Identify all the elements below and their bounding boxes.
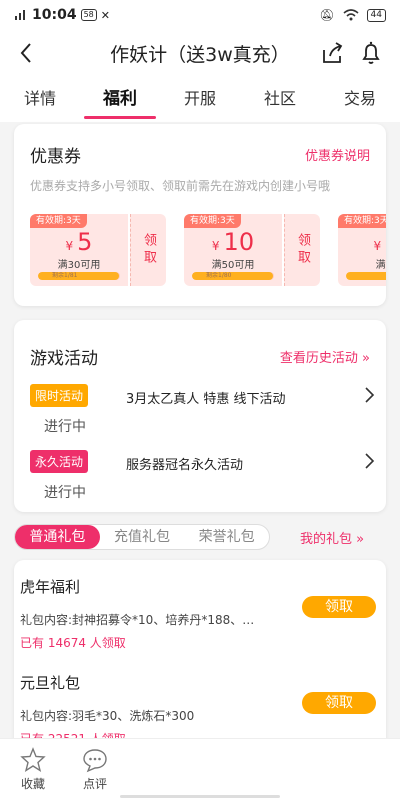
currency-symbol: ¥ bbox=[373, 239, 382, 253]
review-label: 点评 bbox=[82, 777, 107, 791]
coupon-validity: 有效期:3天 bbox=[338, 214, 386, 228]
gift-content: 礼包内容:羽毛*30、洗炼石*300 bbox=[20, 709, 195, 723]
coupon-amount: ¥5 bbox=[30, 228, 128, 256]
signal-icon bbox=[15, 10, 25, 20]
coupon-amount: ¥10 bbox=[184, 228, 282, 256]
coupon-condition: 满50可用 bbox=[211, 260, 255, 271]
page-title: 作妖计（送3w真充） bbox=[110, 43, 290, 66]
gift-name: 虎年福利 bbox=[20, 578, 81, 596]
coupon-claim-button[interactable]: 领取 bbox=[284, 214, 320, 286]
tab-normal-gift[interactable]: 普通礼包 bbox=[15, 525, 100, 549]
sim-badge: 58 bbox=[80, 9, 97, 21]
activity-status: 进行中 bbox=[44, 485, 86, 501]
coupon-progress bbox=[346, 272, 386, 280]
tab-recharge-gift[interactable]: 充值礼包 bbox=[100, 525, 185, 549]
coupon-value: 2 bbox=[385, 228, 386, 256]
gift-count: 已有 14674 人领取 bbox=[20, 636, 126, 650]
comment-icon bbox=[83, 749, 107, 773]
coupon-progress-fill bbox=[38, 272, 120, 280]
favorite-label: 收藏 bbox=[20, 777, 45, 791]
bottom-bar: 收藏 点评 bbox=[0, 738, 400, 800]
coupon-progress-fill bbox=[346, 272, 386, 280]
coupon-claim-button[interactable]: 领取 bbox=[130, 214, 166, 286]
review-button[interactable]: 点评 bbox=[70, 747, 120, 792]
activity-item[interactable]: 永久活动 服务器冠名永久活动 进行中 bbox=[30, 450, 376, 501]
coupon-validity: 有效期:3天 bbox=[30, 214, 87, 228]
coupon-remaining: 剩余1/80 bbox=[206, 272, 232, 279]
share-icon[interactable] bbox=[318, 38, 348, 68]
coupon-title: 优惠券 bbox=[30, 147, 81, 167]
activity-item[interactable]: 限时活动 3月太乙真人 特惠 线下活动 进行中 bbox=[30, 384, 376, 435]
coupon-card: 优惠券 优惠券说明 优惠券支持多小号领取、领取前需先在游戏内创建小号哦 有效期:… bbox=[14, 124, 386, 306]
coupon-condition: 满30可用 bbox=[57, 260, 101, 271]
coupon-item: 有效期:3天 ¥2 满98 领取 bbox=[338, 214, 386, 286]
coupon-info-link[interactable]: 优惠券说明 bbox=[305, 145, 370, 164]
gift-name: 元旦礼包 bbox=[20, 674, 81, 692]
coupon-progress: 剩余1/81 bbox=[38, 272, 120, 280]
my-gifts-link[interactable]: 我的礼包 » bbox=[300, 528, 364, 547]
coupon-progress-fill bbox=[192, 272, 274, 280]
favorite-button[interactable]: 收藏 bbox=[8, 747, 58, 792]
activity-tag: 限时活动 bbox=[30, 384, 89, 407]
gift-item: 元旦礼包 礼包内容:羽毛*30、洗炼石*300 已有 22521 人领取 领取 bbox=[20, 672, 380, 747]
gift-item: 虎年福利 礼包内容:封神招募令*10、培养丹*188、… 已有 14674 人领… bbox=[20, 576, 380, 651]
tab-welfare[interactable]: 福利 bbox=[80, 76, 160, 122]
chevron-right-icon bbox=[365, 387, 375, 403]
tools-icon: ✕ bbox=[100, 8, 110, 22]
activity-history-label: 查看历史活动 bbox=[279, 351, 358, 366]
currency-symbol: ¥ bbox=[65, 239, 74, 253]
coupon-item: 有效期:3天 ¥5 满30可用 剩余1/81 领取 bbox=[30, 214, 166, 286]
double-chevron-right-icon: » bbox=[362, 351, 370, 366]
battery-icon: 44 bbox=[366, 8, 386, 22]
clock: 10:04 bbox=[32, 7, 77, 23]
coupon-body: 有效期:3天 ¥2 满98 bbox=[338, 214, 386, 286]
coupon-value: 5 bbox=[77, 228, 93, 256]
coupon-progress: 剩余1/80 bbox=[192, 272, 274, 280]
coupon-body: 有效期:3天 ¥10 满50可用 剩余1/80 bbox=[184, 214, 282, 286]
star-icon bbox=[20, 747, 46, 773]
tab-honor-gift[interactable]: 荣誉礼包 bbox=[184, 525, 269, 549]
activity-name: 3月太乙真人 特惠 线下活动 bbox=[126, 392, 286, 407]
activity-history-link[interactable]: 查看历史活动 » bbox=[280, 347, 370, 366]
coupon-body: 有效期:3天 ¥5 满30可用 剩余1/81 bbox=[30, 214, 128, 286]
wifi-icon bbox=[343, 9, 359, 21]
gift-claim-button[interactable]: 领取 bbox=[302, 596, 376, 618]
activity-title: 游戏活动 bbox=[30, 349, 98, 369]
tab-details[interactable]: 详情 bbox=[0, 76, 80, 122]
coupon-condition: 满98 bbox=[375, 260, 386, 271]
coupon-description: 优惠券支持多小号领取、领取前需先在游戏内创建小号哦 bbox=[30, 179, 331, 193]
coupon-list: 有效期:3天 ¥5 满30可用 剩余1/81 领取 有效期:3天 ¥10 满50… bbox=[14, 214, 386, 294]
coupon-item: 有效期:3天 ¥10 满50可用 剩余1/80 领取 bbox=[184, 214, 320, 286]
back-icon[interactable] bbox=[12, 38, 42, 68]
my-gifts-label: 我的礼包 bbox=[300, 532, 353, 547]
coupon-validity: 有效期:3天 bbox=[184, 214, 241, 228]
chevron-right-icon bbox=[365, 453, 375, 469]
tab-community[interactable]: 社区 bbox=[240, 76, 320, 122]
nav-bar: 作妖计（送3w真充） bbox=[0, 30, 400, 76]
tab-trade[interactable]: 交易 bbox=[320, 76, 400, 122]
status-bar: 10:04 58 ✕ 🔕︎ 44 bbox=[0, 0, 400, 30]
gift-tab-bar: 普通礼包 充值礼包 荣誉礼包 bbox=[14, 524, 270, 550]
gift-content: 礼包内容:封神招募令*10、培养丹*188、… bbox=[20, 613, 255, 627]
home-indicator bbox=[120, 795, 280, 798]
gift-claim-button[interactable]: 领取 bbox=[302, 692, 376, 714]
currency-symbol: ¥ bbox=[211, 239, 220, 253]
activity-tag: 永久活动 bbox=[30, 450, 89, 473]
coupon-value: 10 bbox=[223, 228, 255, 256]
coupon-amount: ¥2 bbox=[338, 228, 386, 256]
double-chevron-right-icon: » bbox=[356, 532, 365, 547]
mute-icon: 🔕︎ bbox=[319, 8, 335, 22]
tab-server[interactable]: 开服 bbox=[160, 76, 240, 122]
activity-name: 服务器冠名永久活动 bbox=[126, 458, 244, 473]
activity-card: 游戏活动 查看历史活动 » 限时活动 3月太乙真人 特惠 线下活动 进行中 永久… bbox=[14, 320, 386, 512]
coupon-remaining: 剩余1/81 bbox=[52, 272, 78, 279]
bell-icon[interactable] bbox=[356, 38, 386, 68]
activity-status: 进行中 bbox=[44, 419, 86, 435]
tab-bar: 详情 福利 开服 社区 交易 bbox=[0, 76, 400, 122]
